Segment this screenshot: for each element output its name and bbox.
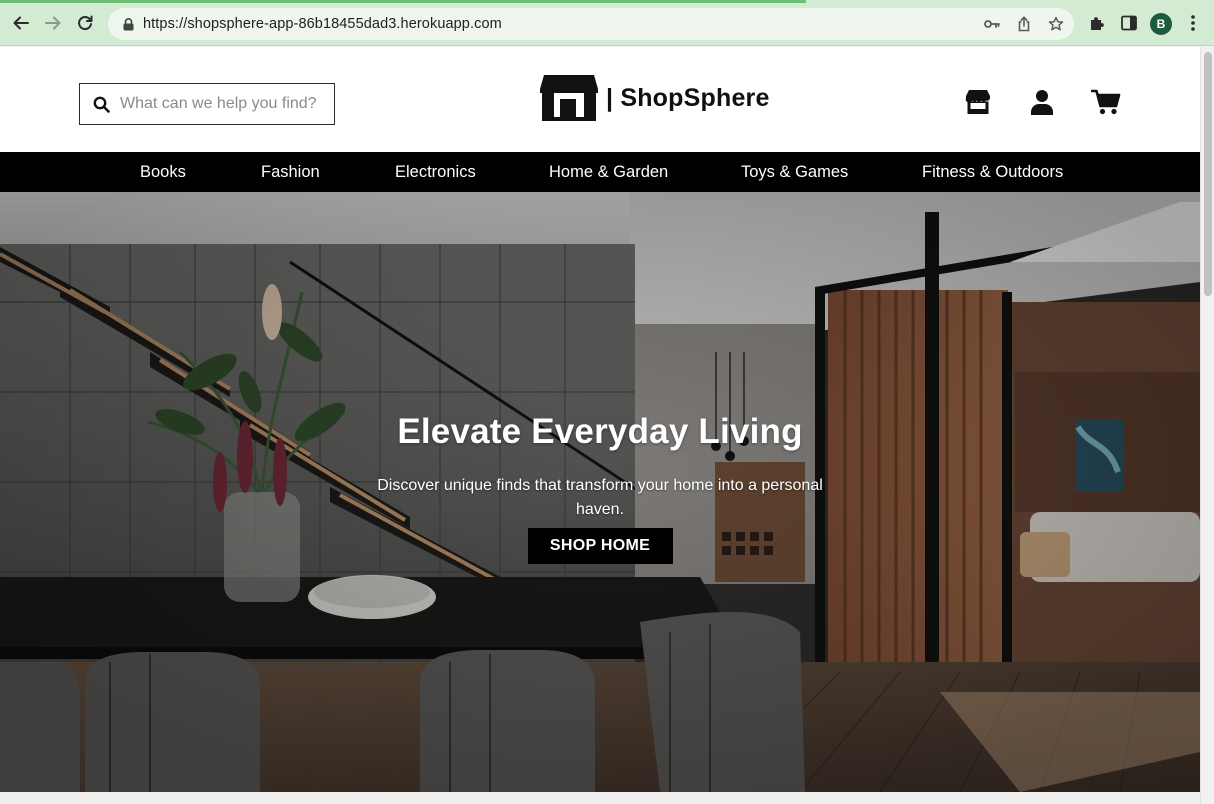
cart-icon[interactable] — [1091, 87, 1121, 117]
address-bar[interactable]: https://shopsphere-app-86b18455dad3.hero… — [108, 8, 1074, 40]
account-icon[interactable] — [1027, 87, 1057, 117]
hero-subtitle: Discover unique finds that transform you… — [377, 477, 823, 518]
lock-icon[interactable] — [121, 17, 135, 31]
nav-fitness-outdoors[interactable]: Fitness & Outdoors — [922, 152, 1063, 192]
share-icon[interactable] — [1016, 16, 1032, 32]
hero-banner: Elevate Everyday Living Discover unique … — [0, 192, 1200, 792]
shop-logo-icon — [540, 75, 598, 121]
page-viewport: | ShopSphere Books Fashion Electronics H… — [0, 46, 1200, 804]
menu-icon[interactable] — [1182, 12, 1204, 34]
scrollbar-thumb[interactable] — [1204, 52, 1212, 296]
key-icon[interactable] — [984, 16, 1000, 32]
brand-name: | ShopSphere — [606, 83, 770, 112]
profile-avatar[interactable]: B — [1150, 13, 1172, 35]
sidepanel-icon[interactable] — [1118, 12, 1140, 34]
extensions-icon[interactable] — [1086, 12, 1108, 34]
hero-content: Elevate Everyday Living Discover unique … — [360, 412, 840, 564]
store-icon[interactable] — [963, 87, 993, 117]
search-input[interactable] — [120, 95, 325, 113]
shop-home-button[interactable]: SHOP HOME — [527, 528, 673, 564]
back-icon[interactable] — [10, 12, 32, 34]
site-header: | ShopSphere — [0, 46, 1200, 152]
reload-icon[interactable] — [74, 12, 96, 34]
category-nav: Books Fashion Electronics Home & Garden … — [0, 152, 1200, 192]
search-box[interactable] — [79, 83, 335, 125]
hero-title: Elevate Everyday Living — [397, 412, 803, 451]
page-scrollbar[interactable] — [1200, 46, 1214, 804]
nav-fashion[interactable]: Fashion — [261, 152, 320, 192]
nav-toys-games[interactable]: Toys & Games — [741, 152, 848, 192]
page-load-progress — [0, 0, 806, 3]
nav-home-garden[interactable]: Home & Garden — [549, 152, 668, 192]
star-icon[interactable] — [1048, 16, 1064, 32]
forward-icon[interactable] — [42, 12, 64, 34]
site-logo[interactable]: | ShopSphere — [538, 73, 770, 123]
nav-electronics[interactable]: Electronics — [395, 152, 476, 192]
browser-toolbar: https://shopsphere-app-86b18455dad3.hero… — [0, 0, 1214, 46]
nav-books[interactable]: Books — [140, 152, 186, 192]
url-text[interactable]: https://shopsphere-app-86b18455dad3.hero… — [143, 16, 502, 32]
page-bottom-strip — [0, 792, 1200, 804]
search-icon[interactable] — [92, 95, 110, 113]
